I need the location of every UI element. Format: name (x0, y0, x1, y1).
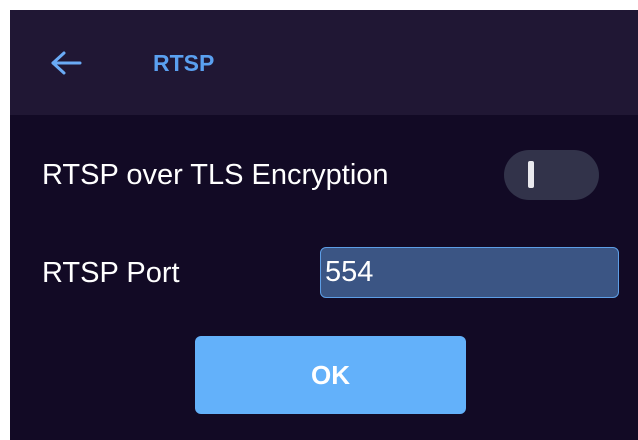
rtsp-port-label: RTSP Port (42, 257, 180, 289)
page-title: RTSP (153, 50, 215, 76)
back-button[interactable] (46, 46, 86, 80)
arrow-left-icon (51, 51, 82, 75)
rtsp-port-input[interactable] (320, 247, 619, 298)
ok-button[interactable]: OK (195, 336, 466, 414)
toggle-thumb (528, 161, 534, 188)
tls-encryption-label: RTSP over TLS Encryption (42, 159, 389, 191)
top-bar: RTSP (10, 10, 638, 115)
tls-encryption-toggle[interactable] (504, 150, 599, 200)
rtsp-settings-screen: RTSP RTSP over TLS Encryption RTSP Port … (10, 10, 638, 440)
